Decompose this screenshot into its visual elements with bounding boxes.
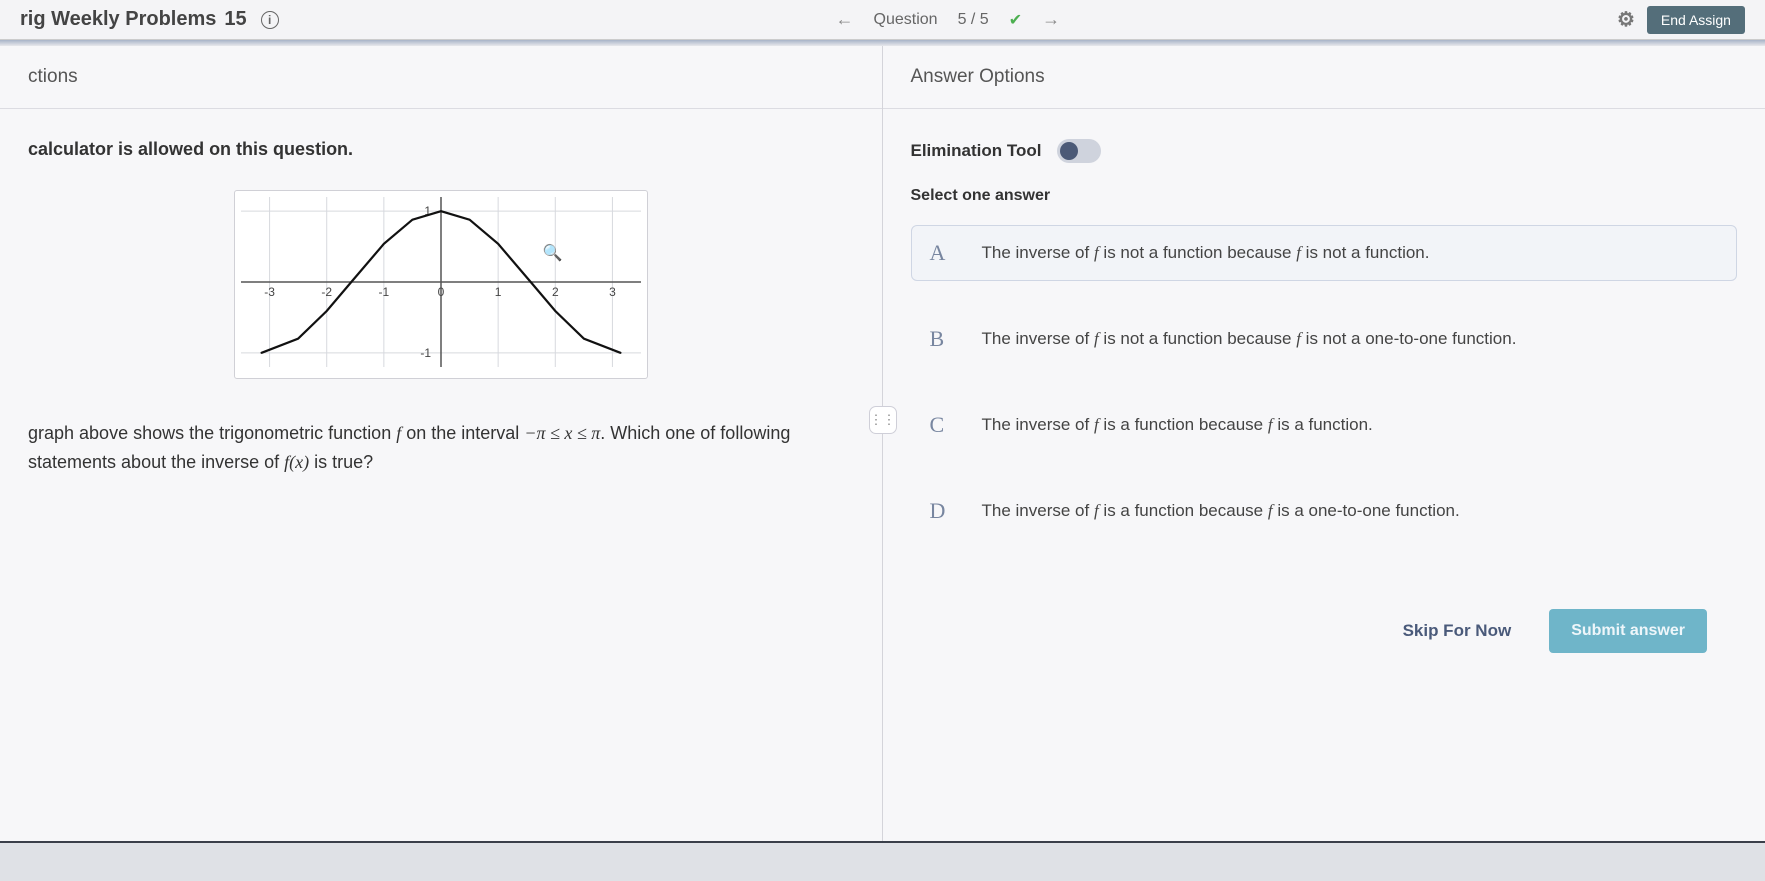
question-counter: 5 / 5 — [958, 11, 989, 29]
main-split: ctions calculator is allowed on this que… — [0, 46, 1765, 841]
function-graph: -3-2-10123-11 — [241, 197, 641, 367]
footer-bar — [0, 841, 1765, 881]
question-label: Question — [874, 11, 938, 29]
option-text: The inverse of f is a function because f… — [982, 415, 1373, 435]
svg-text:-2: -2 — [321, 285, 332, 299]
option-a[interactable]: A The inverse of f is not a function beca… — [911, 225, 1738, 281]
option-c[interactable]: C The inverse of f is a function because … — [911, 397, 1738, 453]
option-letter: D — [930, 498, 958, 524]
left-tab-label: ctions — [0, 46, 882, 109]
action-row: Skip For Now Submit answer — [911, 609, 1738, 653]
option-b[interactable]: B The inverse of f is not a function beca… — [911, 311, 1738, 367]
select-one-label: Select one answer — [911, 187, 1738, 205]
prev-question-arrow-icon[interactable]: ← — [836, 9, 854, 30]
title-number: 15 — [224, 8, 246, 31]
option-d[interactable]: D The inverse of f is a function because … — [911, 483, 1738, 539]
answer-pane: ⋮⋮ Answer Options Elimination Tool Selec… — [883, 46, 1765, 841]
assignment-title: rig Weekly Problems 15 i — [20, 8, 279, 31]
elimination-toggle[interactable] — [1057, 139, 1101, 163]
option-text: The inverse of f is a function because f… — [982, 501, 1460, 521]
info-icon[interactable]: i — [261, 11, 279, 29]
svg-text:3: 3 — [609, 285, 616, 299]
svg-text:-3: -3 — [264, 285, 275, 299]
question-nav: ← Question 5 / 5 ✔ → — [836, 9, 1061, 30]
q-mid: on the interval — [401, 423, 524, 443]
svg-text:2: 2 — [552, 285, 559, 299]
question-text: graph above shows the trigonometric func… — [28, 419, 854, 477]
svg-text:-1: -1 — [420, 346, 431, 360]
option-text: The inverse of f is not a function becau… — [982, 243, 1430, 263]
skip-button[interactable]: Skip For Now — [1385, 609, 1530, 653]
elimination-label: Elimination Tool — [911, 141, 1042, 161]
gear-icon[interactable]: ⚙ — [1617, 7, 1635, 32]
instructions-pane: ctions calculator is allowed on this que… — [0, 46, 883, 841]
option-letter: B — [930, 326, 958, 352]
option-text: The inverse of f is not a function becau… — [982, 329, 1517, 349]
interval: −π ≤ x ≤ π — [524, 423, 600, 443]
top-bar: rig Weekly Problems 15 i ← Question 5 / … — [0, 0, 1765, 40]
checkmark-icon: ✔ — [1009, 10, 1022, 30]
svg-text:1: 1 — [495, 285, 502, 299]
svg-text:-1: -1 — [378, 285, 389, 299]
calculator-note: calculator is allowed on this question. — [28, 139, 854, 160]
elimination-row: Elimination Tool — [911, 139, 1738, 163]
fx: f(x) — [284, 452, 309, 472]
pane-drag-handle-icon[interactable]: ⋮⋮ — [869, 406, 897, 434]
options-list: A The inverse of f is not a function beca… — [911, 225, 1738, 539]
option-letter: C — [930, 412, 958, 438]
graph-container: -3-2-10123-11 🔍 — [28, 190, 854, 379]
q-end: is true? — [309, 452, 373, 472]
q-pre: graph above shows the trigonometric func… — [28, 423, 396, 443]
title-prefix: rig Weekly Problems — [20, 8, 216, 31]
submit-button[interactable]: Submit answer — [1549, 609, 1707, 653]
graph-card: -3-2-10123-11 🔍 — [234, 190, 648, 379]
right-tab-label: Answer Options — [883, 46, 1765, 109]
svg-text:0: 0 — [437, 285, 444, 299]
zoom-icon[interactable]: 🔍 — [543, 243, 563, 263]
next-question-arrow-icon[interactable]: → — [1042, 9, 1060, 30]
option-letter: A — [930, 240, 958, 266]
end-assignment-button[interactable]: End Assign — [1647, 6, 1745, 34]
